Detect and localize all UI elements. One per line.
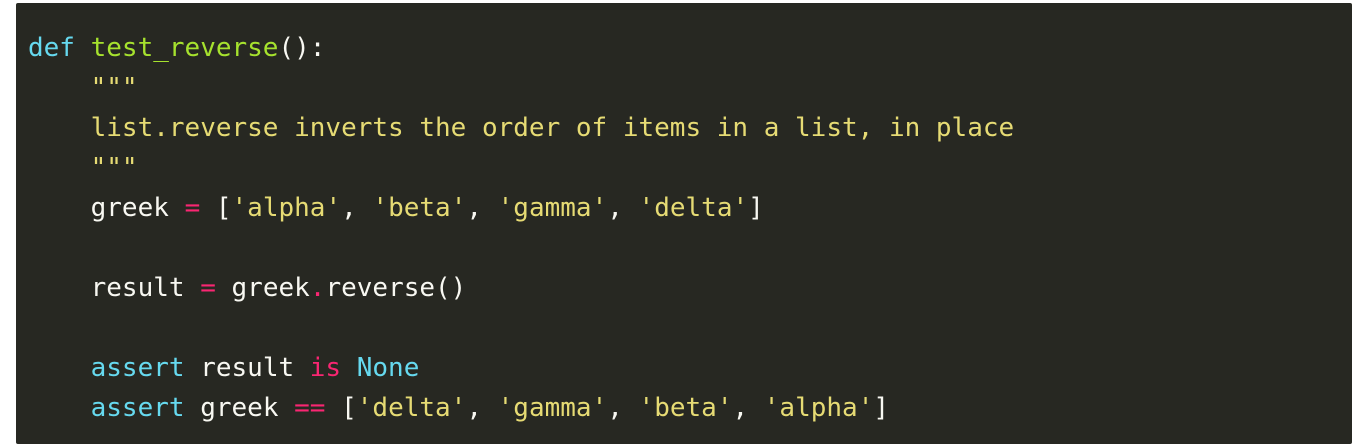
variable-greek: greek: [200, 393, 279, 423]
function-name: test_reverse: [90, 33, 279, 63]
function-signature: ():: [278, 33, 326, 63]
code-line-9: assert result is None: [28, 348, 1352, 388]
variable-greek: greek: [231, 273, 310, 303]
code-block: def test_reverse(): """ list.reverse inv…: [16, 3, 1352, 444]
code-line-8-blank: [28, 308, 1352, 348]
string-literal: 'gamma': [497, 393, 608, 423]
assign-operator: =: [200, 273, 216, 303]
method-call: reverse(): [325, 273, 467, 303]
variable-result: result: [200, 353, 295, 383]
keyword-assert: assert: [90, 393, 185, 423]
variable-greek: greek: [90, 193, 169, 223]
keyword-assert: assert: [90, 353, 185, 383]
code-line-10: assert greek == ['delta', 'gamma', 'beta…: [90, 393, 890, 423]
assign-operator: =: [184, 193, 201, 223]
code-line-1: def test_reverse():: [28, 28, 1352, 68]
variable-result: result: [90, 273, 185, 303]
code-line-5: greek = ['alpha', 'beta', 'gamma', 'delt…: [90, 193, 764, 223]
string-literal: 'alpha': [763, 393, 874, 423]
string-literal: 'beta': [372, 193, 467, 223]
string-literal: 'delta': [638, 193, 749, 223]
string-literal: 'gamma': [497, 193, 608, 223]
keyword-is: is: [309, 353, 342, 383]
list-open-bracket: [: [341, 393, 357, 423]
code-line-3: list.reverse inverts the order of items …: [28, 108, 1352, 148]
code-line-7: result = greek.reverse(): [28, 268, 1352, 308]
list-close-bracket: ]: [748, 193, 764, 223]
docstring-open: """: [90, 73, 138, 103]
equality-operator: ==: [294, 393, 326, 423]
code-line-4: """: [28, 148, 1352, 188]
attribute-dot: .: [309, 273, 326, 303]
string-literal: 'delta': [356, 393, 467, 423]
code-line-2: """: [28, 68, 1352, 108]
string-literal: 'beta': [638, 393, 733, 423]
constant-none: None: [356, 353, 420, 383]
string-literal: 'alpha': [231, 193, 342, 223]
code-line-6-blank: [28, 228, 1352, 268]
list-open-bracket: [: [215, 193, 232, 223]
list-close-bracket: ]: [873, 393, 890, 423]
docstring-text: list.reverse inverts the order of items …: [90, 113, 1015, 143]
docstring-close: """: [90, 153, 138, 183]
keyword-def: def: [28, 33, 75, 63]
